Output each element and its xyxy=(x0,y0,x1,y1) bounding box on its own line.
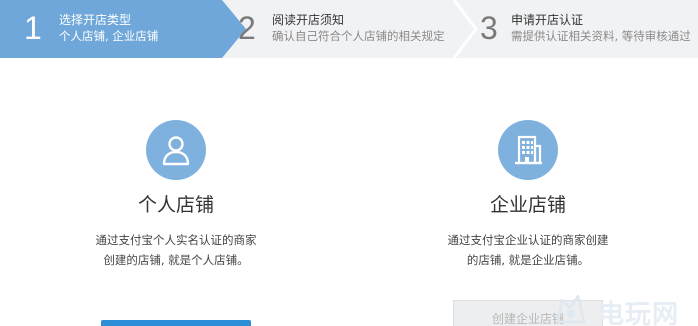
step-2-number: 2 xyxy=(238,10,256,46)
step-1-title: 选择开店类型 xyxy=(59,13,132,27)
step-3-subtitle: 需提供认证相关资料, 等待审核通过 xyxy=(511,29,691,43)
step-1-subtitle: 个人店铺, 企业店铺 xyxy=(59,29,159,43)
step-progress-bar: 1 选择开店类型 个人店铺, 企业店铺 2 阅读开店须知 确认自己符合个人店铺的… xyxy=(0,0,698,58)
step-2-title: 阅读开店须知 xyxy=(272,13,345,27)
step-1-number: 1 xyxy=(24,10,42,46)
enterprise-store-title: 企业店铺 xyxy=(489,194,566,216)
building-icon xyxy=(498,120,558,180)
enterprise-store-description: 通过支付宝企业认证的商家创建的店铺, 就是企业店铺。 xyxy=(447,233,609,267)
user-icon xyxy=(146,120,206,180)
step-2: 2 阅读开店须知 确认自己符合个人店铺的相关规定 xyxy=(238,0,466,58)
step-3-number: 3 xyxy=(480,10,498,46)
step-2-subtitle: 确认自己符合个人店铺的相关规定 xyxy=(272,29,445,43)
watermark-text: 电玩网 xyxy=(598,300,680,326)
step-1: 1 选择开店类型 个人店铺, 企业店铺 xyxy=(0,0,246,58)
step-divider-chevron xyxy=(452,0,478,58)
step-3: 3 申请开店认证 需提供认证相关资料, 等待审核通过 xyxy=(476,0,698,58)
personal-store-card: 个人店铺 通过支付宝个人实名认证的商家创建的店铺, 就是个人店铺。 xyxy=(61,120,291,270)
create-personal-store-button[interactable] xyxy=(101,320,251,326)
enterprise-store-card: 企业店铺 通过支付宝企业认证的商家创建的店铺, 就是企业店铺。 xyxy=(413,120,643,270)
step-3-title: 申请开店认证 xyxy=(511,13,584,27)
personal-store-description: 通过支付宝个人实名认证的商家创建的店铺, 就是个人店铺。 xyxy=(95,233,257,267)
watermark-logo-icon xyxy=(556,294,586,324)
personal-store-title: 个人店铺 xyxy=(137,194,214,216)
